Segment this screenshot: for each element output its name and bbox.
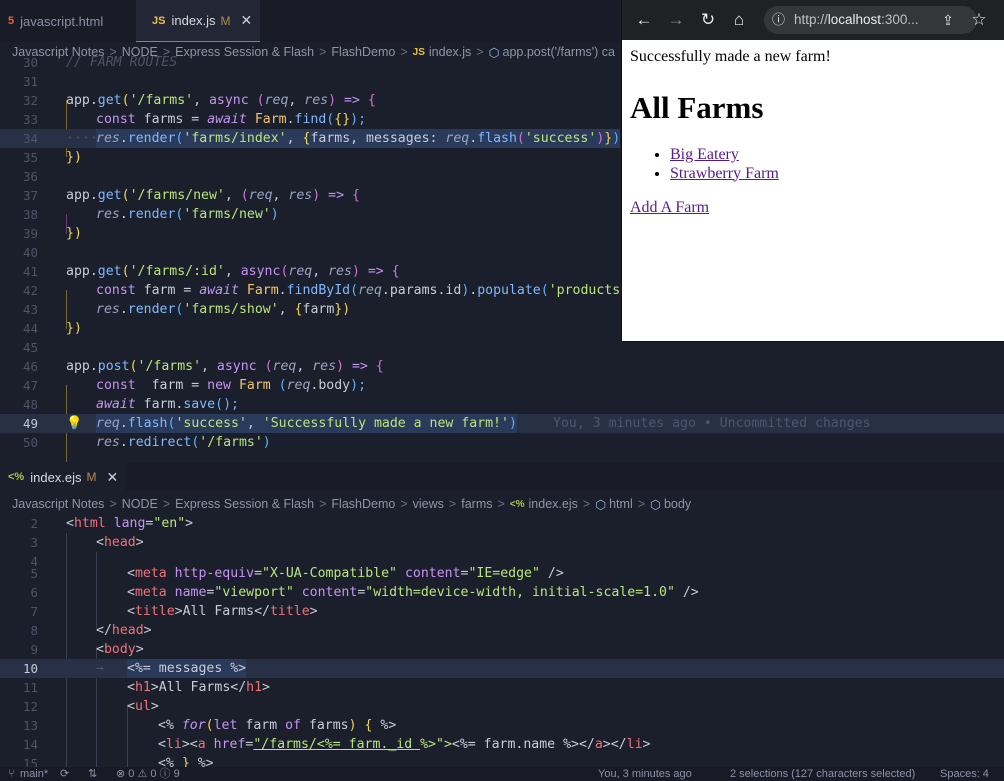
farm-link[interactable]: Strawberry Farm: [670, 165, 779, 182]
branch-name[interactable]: main*: [20, 767, 48, 781]
close-icon[interactable]: ✕: [241, 12, 253, 29]
chevron-right-icon: >: [162, 497, 171, 511]
list-item: Big Eatery: [670, 146, 779, 165]
add-farm-row: Add A Farm: [630, 199, 709, 217]
farm-link[interactable]: Big Eatery: [670, 146, 739, 163]
js-file-icon: JS: [152, 14, 166, 27]
chevron-right-icon: >: [319, 497, 327, 511]
breadcrumb-item[interactable]: NODE: [122, 497, 158, 511]
breadcrumb-item[interactable]: index.ejs: [529, 497, 578, 511]
pull-request-icon[interactable]: ⇅: [88, 767, 97, 781]
back-arrow-icon[interactable]: ←: [633, 9, 655, 31]
chevron-right-icon: >: [400, 497, 408, 511]
element-cube-icon: ⬡: [595, 497, 607, 512]
sync-icon[interactable]: ⟳: [60, 767, 69, 781]
tab-index-js[interactable]: JS index.js M ✕: [136, 0, 260, 42]
breadcrumb-item[interactable]: html: [609, 497, 633, 511]
tab-label: javascript.html: [20, 13, 104, 29]
indent-guide: [66, 533, 67, 767]
breadcrumb-item[interactable]: FlashDemo: [331, 497, 395, 511]
list-item: Strawberry Farm: [670, 165, 779, 184]
git-blame-annotation: You, 3 minutes ago • Uncommitted changes: [553, 416, 871, 431]
code-line-current: 10 → <%= messages %>: [0, 659, 1004, 678]
breadcrumb-item[interactable]: body: [664, 497, 691, 511]
reload-icon[interactable]: ↻: [697, 9, 719, 31]
problems-indicator[interactable]: ⊗ 0 ⚠ 0 ⓘ 9: [116, 767, 180, 781]
breadcrumb: Javascript Notes > NODE > Express Session …: [12, 494, 992, 514]
ejs-file-icon: <%: [509, 498, 525, 510]
element-cube-icon: ⬡: [650, 497, 661, 512]
code-line-selected: 34 ···· res.render('farms/index', {farms, …: [0, 129, 621, 148]
tab-index-ejs[interactable]: <% index.ejs M ✕: [0, 463, 126, 491]
breadcrumb-item[interactable]: Javascript Notes: [12, 497, 104, 511]
url-text: http://localhost:300...: [794, 12, 919, 27]
forward-arrow-icon[interactable]: →: [665, 9, 687, 31]
tab-javascript-html[interactable]: 5 javascript.html: [0, 0, 136, 42]
chevron-right-icon: >: [448, 497, 457, 511]
lightbulb-icon[interactable]: 💡: [66, 414, 82, 433]
tab-label: index.js: [171, 13, 216, 28]
selection-status[interactable]: 2 selections (127 characters selected): [730, 767, 915, 781]
browser-window: ← → ↻ ⌂ ⓘ http://localhost:300... ⇪ ☆ Su…: [622, 0, 1004, 341]
modified-badge: M: [86, 470, 97, 484]
tab-label: index.ejs: [30, 469, 82, 485]
browser-toolbar: ← → ↻ ⌂ ⓘ http://localhost:300... ⇪ ☆: [622, 0, 1004, 40]
chevron-right-icon: >: [497, 497, 505, 511]
page-title: All Farms: [630, 90, 764, 125]
git-blame-status[interactable]: You, 3 minutes ago: [598, 767, 692, 781]
chevron-right-icon: >: [582, 497, 591, 511]
code-line-current: 49 💡 req.flash('success', 'Successfully ma…: [0, 414, 1004, 433]
git-branch-icon: ⑂: [8, 768, 15, 780]
add-farm-link[interactable]: Add A Farm: [630, 199, 709, 216]
indent-guide: [96, 552, 97, 628]
breadcrumb-item[interactable]: farms: [461, 497, 492, 511]
share-icon[interactable]: ⇪: [937, 9, 959, 31]
ejs-file-icon: <%: [8, 471, 25, 483]
info-icon[interactable]: ⓘ: [772, 6, 790, 34]
code-editor-bottom[interactable]: 2 <html lang="en"> 3 <head> 4 5 <meta http-…: [0, 514, 1004, 767]
home-icon[interactable]: ⌂: [728, 9, 750, 31]
close-icon[interactable]: ✕: [107, 469, 119, 486]
breadcrumb-item[interactable]: Express Session & Flash: [175, 497, 314, 511]
chevron-right-icon: >: [637, 497, 646, 511]
flash-message: Successfully made a new farm!: [630, 48, 831, 65]
chevron-right-icon: >: [109, 497, 117, 511]
html-file-icon: 5: [8, 15, 15, 27]
modified-badge: M: [220, 13, 231, 28]
star-icon[interactable]: ☆: [968, 9, 990, 31]
breadcrumb-item[interactable]: views: [413, 497, 444, 511]
bottom-tab-bar: <% index.ejs M ✕: [0, 463, 1004, 491]
indentation-status[interactable]: Spaces: 4: [940, 767, 989, 781]
farm-list: Big Eatery Strawberry Farm: [630, 146, 779, 183]
status-bar: ⑂ main* ⟳ ⇅ ⊗ 0 ⚠ 0 ⓘ 9 You, 3 minutes a…: [0, 767, 1004, 781]
